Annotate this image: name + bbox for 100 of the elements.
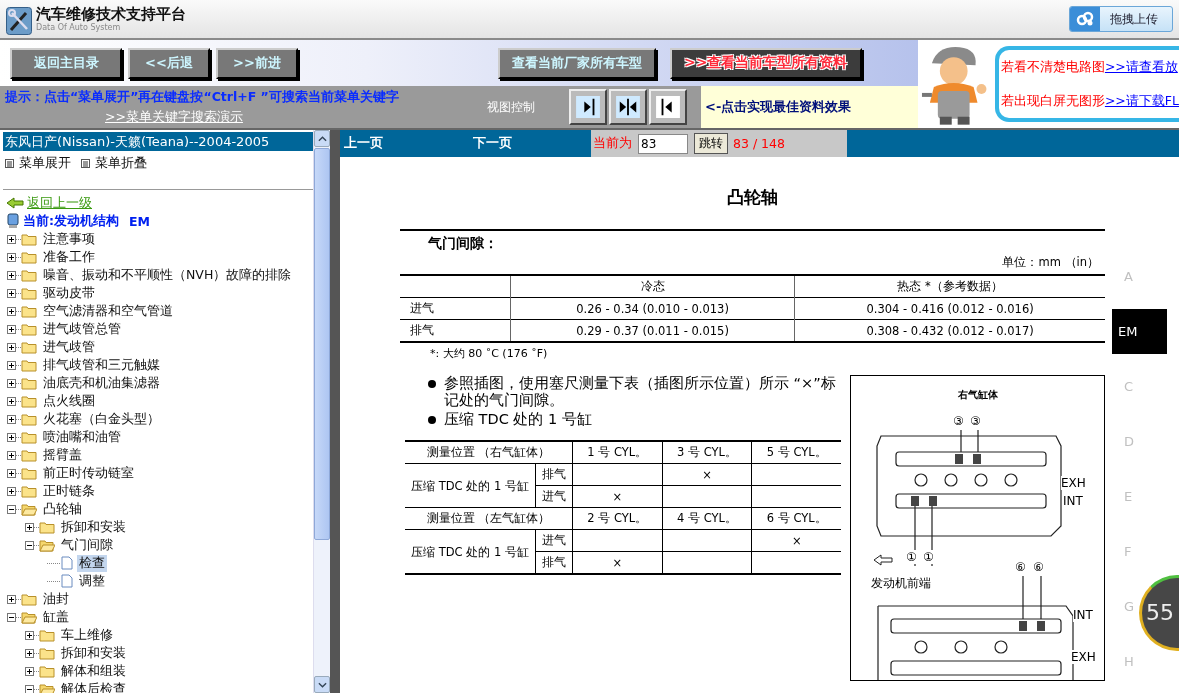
scrollbar-thumb[interactable] <box>314 148 330 540</box>
tree-item[interactable]: 驱动皮带 <box>41 284 97 302</box>
folder-icon <box>21 286 37 300</box>
folder-icon <box>39 664 55 678</box>
notice-link[interactable]: >>请查看放 <box>1104 58 1178 74</box>
figure-label: ① <box>923 550 934 564</box>
expand-icon[interactable] <box>7 468 16 478</box>
tree-item[interactable]: 气门间隙 <box>59 536 115 554</box>
expand-icon[interactable] <box>7 252 16 262</box>
next-page-link[interactable]: 下一页 <box>473 135 591 152</box>
upload-button[interactable]: 拖拽上传 <box>1069 6 1173 32</box>
expand-icon[interactable] <box>7 360 16 370</box>
tree-item[interactable]: 缸盖 <box>41 608 71 626</box>
tree-item[interactable]: 噪音、振动和不平顺性（NVH）故障的排除 <box>41 266 294 284</box>
model-button[interactable]: 查看当前厂家所有车型 <box>498 47 657 79</box>
collapse-icon[interactable] <box>25 684 34 693</box>
section-tab[interactable]: EM <box>1112 309 1167 354</box>
tree-item[interactable]: 点火线圈 <box>41 392 97 410</box>
tree-item[interactable]: 正时链条 <box>41 482 97 500</box>
expand-icon[interactable] <box>7 324 16 334</box>
tree-item[interactable]: 油封 <box>41 590 71 608</box>
nav-button[interactable]: >>前进 <box>216 47 298 79</box>
menu-icon <box>81 158 90 168</box>
tree-item[interactable]: 解体和组装 <box>59 662 128 680</box>
folder-icon <box>39 646 55 660</box>
cross-mark: × <box>612 489 623 504</box>
folder-icon <box>21 592 37 606</box>
unit-text: 单位：mm （in） <box>1001 255 1100 270</box>
collapse-icon[interactable] <box>7 504 16 514</box>
back-link[interactable]: 返回上一级 <box>27 194 92 212</box>
tree-item[interactable]: 摇臂盖 <box>41 446 84 464</box>
folder-icon <box>21 304 37 318</box>
nav-button[interactable]: <<后退 <box>128 47 210 79</box>
page-input[interactable]: 83 <box>638 133 688 154</box>
expand-icon[interactable] <box>25 522 34 532</box>
tree-item[interactable]: 车上维修 <box>59 626 115 644</box>
expand-icon[interactable] <box>7 234 16 244</box>
footnote: *: 大约 80 ˚C (176 ˚F) <box>429 346 549 361</box>
tree-item[interactable]: 进气歧管总管 <box>41 320 123 338</box>
tree-item[interactable]: 进气歧管 <box>41 338 97 356</box>
vehicle-title[interactable]: 东风日产(Nissan)-天籁(Teana)--2004-2005 <box>3 132 313 151</box>
tree-item[interactable]: 前正时传动链室 <box>41 464 136 482</box>
folder-icon <box>21 340 37 354</box>
computer-icon <box>7 213 19 229</box>
document-title: 凸轮轴 <box>726 186 779 209</box>
expand-icon[interactable] <box>25 666 34 676</box>
tree-item[interactable]: 油底壳和机油集滤器 <box>41 374 162 392</box>
back-arrow-icon <box>6 197 24 209</box>
expand-all-link[interactable]: 菜单展开 <box>19 154 71 172</box>
tree-item[interactable]: 检查 <box>77 554 107 572</box>
view-button[interactable] <box>609 89 647 125</box>
page-count: 83 / 148 <box>733 136 785 151</box>
expand-icon[interactable] <box>7 396 16 406</box>
app-title: 汽车维修技术支持平台 <box>36 5 186 23</box>
expand-icon[interactable] <box>7 288 16 298</box>
figure-label: INT <box>1063 494 1083 508</box>
nav-button[interactable]: 返回主目录 <box>10 47 122 79</box>
expand-icon[interactable] <box>25 630 34 640</box>
go-button[interactable]: 跳转 <box>694 133 728 154</box>
column-header: 2 号 CYL。 <box>572 507 663 530</box>
table-cell: 0.308 - 0.432 (0.012 - 0.017) <box>794 319 1105 342</box>
expand-icon[interactable] <box>7 342 16 352</box>
current-section: 当前:发动机结构 <box>23 212 119 230</box>
tree-item[interactable]: 拆卸和安装 <box>59 518 128 536</box>
tree-item[interactable]: 调整 <box>77 572 107 590</box>
column-header: 热态 *（参考数据） <box>794 275 1105 298</box>
folder-icon <box>21 412 37 426</box>
hint-text: 提示：点击“菜单展开”再在键盘按“Ctrl+F ”可搜索当前菜单关键字 <box>5 88 400 106</box>
expand-icon[interactable] <box>25 648 34 658</box>
view-button[interactable] <box>649 89 687 125</box>
collapse-icon[interactable] <box>7 612 16 622</box>
scrollbar[interactable] <box>313 130 330 693</box>
tree-item[interactable]: 排气歧管和三元触媒 <box>41 356 162 374</box>
tree-item[interactable]: 凸轮轴 <box>41 500 84 518</box>
expand-icon[interactable] <box>7 432 16 442</box>
bullet-text: 参照插图，使用塞尺测量下表（插图所示位置）所示 “×”标记处的气门间隙。 <box>444 375 837 409</box>
folder-icon <box>21 358 37 372</box>
view-button[interactable] <box>569 89 607 125</box>
column-header: 冷态 <box>510 275 795 298</box>
expand-icon[interactable] <box>7 450 16 460</box>
tree-item[interactable]: 注意事项 <box>41 230 97 248</box>
expand-icon[interactable] <box>7 378 16 388</box>
collapse-icon[interactable] <box>25 540 34 550</box>
expand-icon[interactable] <box>7 486 16 496</box>
collapse-all-link[interactable]: 菜单折叠 <box>95 154 147 172</box>
table-cell: 排气 <box>400 319 511 342</box>
expand-icon[interactable] <box>7 306 16 316</box>
column-header: 4 号 CYL。 <box>662 507 752 530</box>
tree-item[interactable]: 拆卸和安装 <box>59 644 128 662</box>
tree-item[interactable]: 火花塞（白金头型） <box>41 410 162 428</box>
expand-icon[interactable] <box>7 594 16 604</box>
tree-item[interactable]: 喷油嘴和油管 <box>41 428 123 446</box>
tree-item[interactable]: 准备工作 <box>41 248 97 266</box>
previous-page-link[interactable]: 上一页 <box>344 135 469 152</box>
cross-mark: × <box>702 467 712 482</box>
current-page-label: 当前为 <box>593 135 632 152</box>
notice-link[interactable]: >>请下载FL <box>1104 92 1179 108</box>
expand-icon[interactable] <box>7 414 16 424</box>
tree-item[interactable]: 空气滤清器和空气管道 <box>41 302 175 320</box>
expand-icon[interactable] <box>7 270 16 280</box>
